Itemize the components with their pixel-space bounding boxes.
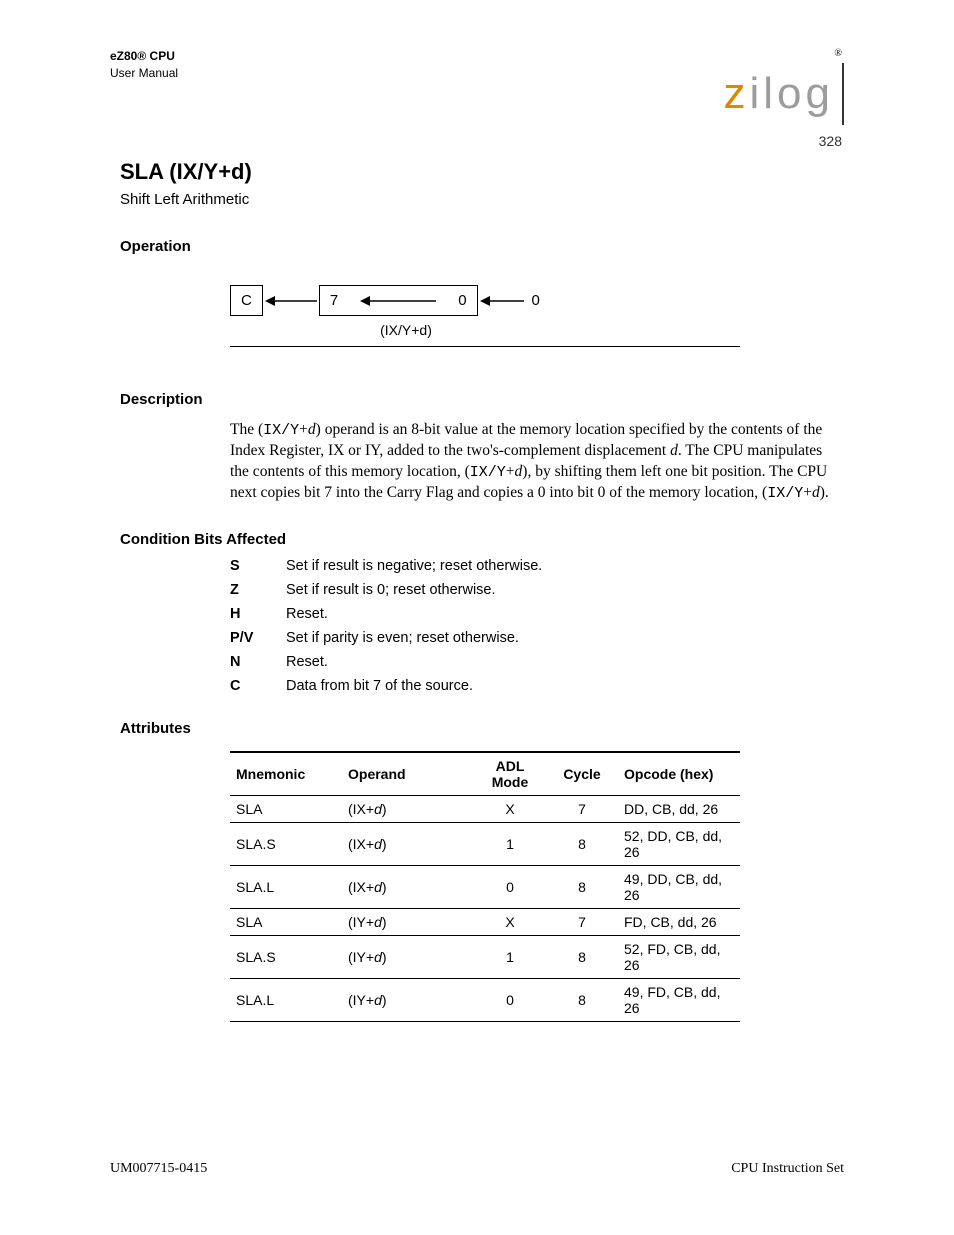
flag-row: HReset. (230, 606, 844, 622)
cell-opc: FD, CB, dd, 26 (618, 908, 740, 935)
instruction-name: Shift Left Arithmetic (120, 191, 844, 208)
brand-block: ® zilog 328 (724, 48, 845, 149)
cell-op: (IY+d) (342, 978, 474, 1021)
bit-hi: 7 (330, 292, 338, 309)
flag-key: H (230, 606, 286, 622)
logo-z: z (724, 69, 750, 118)
table-row: SLA.S (IX+d) 1 8 52, DD, CB, dd, 26 (230, 822, 740, 865)
flag-row: SSet if result is negative; reset otherw… (230, 558, 844, 574)
zero-in: 0 (532, 292, 540, 309)
flag-row: ZSet if result is 0; reset otherwise. (230, 582, 844, 598)
flag-key: Z (230, 582, 286, 598)
footer-right: CPU Instruction Set (731, 1161, 844, 1177)
cell-op: (IX+d) (342, 865, 474, 908)
col-opcode: Opcode (hex) (618, 752, 740, 796)
section-operation-label: Operation (120, 238, 844, 255)
carry-box: C (230, 285, 263, 316)
table-row: SLA (IY+d) X 7 FD, CB, dd, 26 (230, 908, 740, 935)
cell-mn: SLA.L (230, 865, 342, 908)
col-adl: ADL Mode (474, 752, 546, 796)
cell-op: (IX+d) (342, 822, 474, 865)
page-footer: UM007715-0415 CPU Instruction Set (110, 1161, 844, 1177)
operation-diagram: C 7 0 0 (IX/Y+d) (230, 285, 844, 347)
cell-mn: SLA (230, 908, 342, 935)
flag-val: Set if result is negative; reset otherwi… (286, 558, 844, 574)
flag-val: Data from bit 7 of the source. (286, 678, 844, 694)
section-attributes-label: Attributes (120, 720, 844, 737)
doc-title-line1: eZ80® CPU (110, 48, 178, 65)
table-header-row: Mnemonic Operand ADL Mode Cycle Opcode (… (230, 752, 740, 796)
col-mnemonic: Mnemonic (230, 752, 342, 796)
col-operand: Operand (342, 752, 474, 796)
flag-val: Reset. (286, 654, 844, 670)
cell-op: (IY+d) (342, 935, 474, 978)
table-row: SLA (IX+d) X 7 DD, CB, dd, 26 (230, 795, 740, 822)
cell-adl: X (474, 908, 546, 935)
section-description-label: Description (120, 391, 844, 408)
cell-cyc: 8 (546, 865, 618, 908)
attributes-table-wrap: Mnemonic Operand ADL Mode Cycle Opcode (… (230, 751, 844, 1022)
section-condbits-label: Condition Bits Affected (120, 531, 844, 548)
cell-cyc: 8 (546, 935, 618, 978)
cell-adl: 0 (474, 978, 546, 1021)
table-row: SLA.L (IX+d) 0 8 49, DD, CB, dd, 26 (230, 865, 740, 908)
diagram-rule (230, 346, 740, 347)
cell-mn: SLA.S (230, 935, 342, 978)
flag-row: CData from bit 7 of the source. (230, 678, 844, 694)
cell-op: (IY+d) (342, 908, 474, 935)
cell-cyc: 8 (546, 978, 618, 1021)
arrow-left-icon (478, 294, 526, 308)
logo-rest: ilog (750, 69, 835, 118)
cell-mn: SLA.L (230, 978, 342, 1021)
cell-opc: 52, FD, CB, dd, 26 (618, 935, 740, 978)
diagram-caption: (IX/Y+d) (336, 322, 476, 338)
page-number: 328 (819, 133, 842, 149)
arrow-left-icon (263, 294, 319, 308)
cell-opc: 52, DD, CB, dd, 26 (618, 822, 740, 865)
cell-cyc: 7 (546, 795, 618, 822)
cell-adl: 0 (474, 865, 546, 908)
cell-adl: 1 (474, 935, 546, 978)
flag-row: NReset. (230, 654, 844, 670)
flag-val: Reset. (286, 606, 844, 622)
col-cycle: Cycle (546, 752, 618, 796)
flag-key: C (230, 678, 286, 694)
attributes-table: Mnemonic Operand ADL Mode Cycle Opcode (… (230, 751, 740, 1022)
footer-left: UM007715-0415 (110, 1161, 207, 1177)
condition-bits-list: SSet if result is negative; reset otherw… (230, 558, 844, 694)
cell-cyc: 7 (546, 908, 618, 935)
flag-key: S (230, 558, 286, 574)
cell-op: (IX+d) (342, 795, 474, 822)
bit-lo: 0 (458, 292, 466, 309)
arrow-left-icon (358, 294, 438, 308)
cell-adl: 1 (474, 822, 546, 865)
cell-opc: DD, CB, dd, 26 (618, 795, 740, 822)
flag-key: N (230, 654, 286, 670)
cell-opc: 49, FD, CB, dd, 26 (618, 978, 740, 1021)
cell-mn: SLA.S (230, 822, 342, 865)
doc-title-line2: User Manual (110, 65, 178, 82)
description-text: The (IX/Y+d) operand is an 8-bit value a… (230, 420, 844, 505)
table-row: SLA.L (IY+d) 0 8 49, FD, CB, dd, 26 (230, 978, 740, 1021)
flag-val: Set if result is 0; reset otherwise. (286, 582, 844, 598)
flag-key: P/V (230, 630, 286, 646)
doc-title-block: eZ80® CPU User Manual (110, 48, 178, 82)
instruction-mnemonic: SLA (IX/Y+d) (120, 159, 844, 185)
table-row: SLA.S (IY+d) 1 8 52, FD, CB, dd, 26 (230, 935, 740, 978)
cell-adl: X (474, 795, 546, 822)
zilog-logo: zilog (724, 63, 845, 125)
flag-val: Set if parity is even; reset otherwise. (286, 630, 844, 646)
flag-row: P/VSet if parity is even; reset otherwis… (230, 630, 844, 646)
registered-icon: ® (834, 48, 842, 59)
cell-opc: 49, DD, CB, dd, 26 (618, 865, 740, 908)
cell-cyc: 8 (546, 822, 618, 865)
cell-mn: SLA (230, 795, 342, 822)
register-box: 7 0 (319, 285, 478, 316)
page-header: eZ80® CPU User Manual ® zilog 328 (110, 48, 844, 149)
